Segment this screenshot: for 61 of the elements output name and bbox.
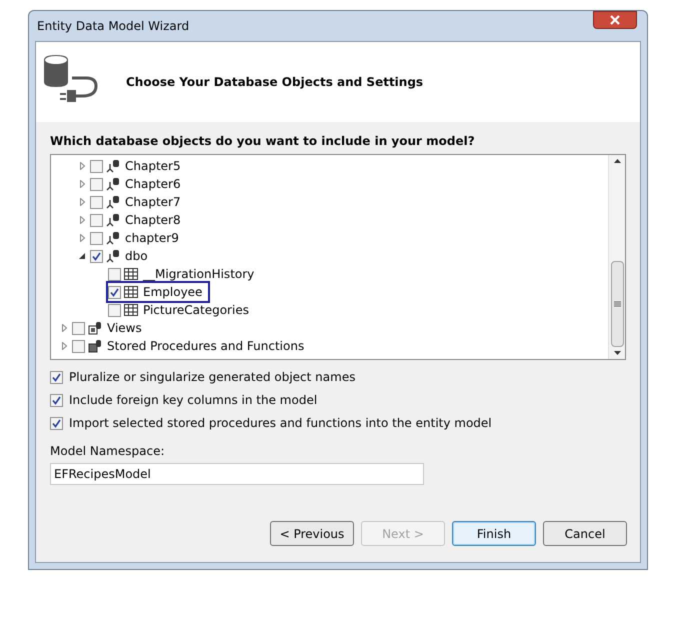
expand-arrow-icon[interactable] (80, 198, 84, 206)
scroll-thumb[interactable] (610, 261, 624, 347)
wizard-button[interactable]: Finish (452, 521, 536, 546)
checkbox[interactable] (90, 214, 103, 226)
view-icon (88, 321, 102, 335)
checkbox[interactable] (90, 232, 103, 244)
namespace-field[interactable]: EFRecipesModel (50, 463, 424, 485)
tree-item-label[interactable]: Chapter8 (125, 211, 181, 229)
expand-arrow-icon[interactable] (80, 180, 84, 188)
scrollbar[interactable] (608, 155, 625, 359)
expand-arrow-icon[interactable] (80, 216, 84, 224)
checkbox[interactable] (50, 370, 63, 384)
collapse-arrow-icon[interactable] (79, 253, 85, 259)
tree-item-label[interactable]: Chapter7 (125, 193, 181, 211)
procedure-icon (88, 339, 102, 353)
scroll-up-icon[interactable] (614, 159, 620, 163)
checkbox[interactable] (90, 160, 103, 172)
schema-icon (106, 195, 120, 209)
option-label[interactable]: Pluralize or singularize generated object names (69, 368, 356, 386)
scroll-down-icon[interactable] (614, 351, 620, 355)
checkbox[interactable] (72, 322, 85, 334)
expand-arrow-icon[interactable] (80, 234, 84, 242)
tree-item-label[interactable]: dbo (125, 247, 148, 265)
schema-icon (106, 249, 120, 263)
checkbox[interactable] (90, 250, 103, 262)
table-icon (124, 268, 138, 280)
wizard-button[interactable]: Cancel (543, 521, 627, 546)
tree-item-label[interactable]: __MigrationHistory (143, 265, 254, 283)
tree-item-label[interactable]: PictureCategories (143, 301, 249, 319)
schema-icon (106, 159, 120, 173)
tree-item-label[interactable]: Views (107, 319, 142, 337)
checkbox[interactable] (72, 340, 85, 352)
schema-icon (106, 177, 120, 191)
checkbox[interactable] (90, 196, 103, 208)
checkbox[interactable] (108, 304, 121, 316)
table-icon (124, 286, 138, 298)
expand-arrow-icon[interactable] (62, 324, 66, 332)
tree-item-label[interactable]: chapter9 (125, 229, 179, 247)
checkbox[interactable] (50, 416, 63, 430)
checkbox[interactable] (90, 178, 103, 190)
wizard-button[interactable]: < Previous (270, 521, 354, 546)
schema-icon (106, 213, 120, 227)
tree-item-label[interactable]: Chapter5 (125, 157, 181, 175)
table-icon (124, 304, 138, 316)
option-label[interactable]: Include foreign key columns in the model (69, 391, 318, 409)
window-title: Entity Data Model Wizard (37, 18, 190, 35)
tree-item-label[interactable]: Employee (143, 283, 202, 301)
expand-arrow-icon[interactable] (80, 162, 84, 170)
expand-arrow-icon[interactable] (62, 342, 66, 350)
close-icon (609, 15, 621, 25)
schema-icon (106, 231, 120, 245)
tree-prompt: Which database objects do you want to include in your model? (50, 133, 476, 150)
namespace-label: Model Namespace: (50, 443, 166, 460)
option-label[interactable]: Import selected stored procedures and functions into the entity model (69, 414, 492, 432)
tree-item-label[interactable]: Stored Procedures and Functions (107, 337, 304, 355)
close-button[interactable] (593, 11, 637, 29)
header-title: Choose Your Database Objects and Settings (126, 74, 424, 91)
checkbox[interactable] (108, 268, 121, 280)
tree-item-label[interactable]: Chapter6 (125, 175, 181, 193)
checkbox[interactable] (50, 394, 63, 406)
checkbox[interactable] (108, 286, 121, 298)
